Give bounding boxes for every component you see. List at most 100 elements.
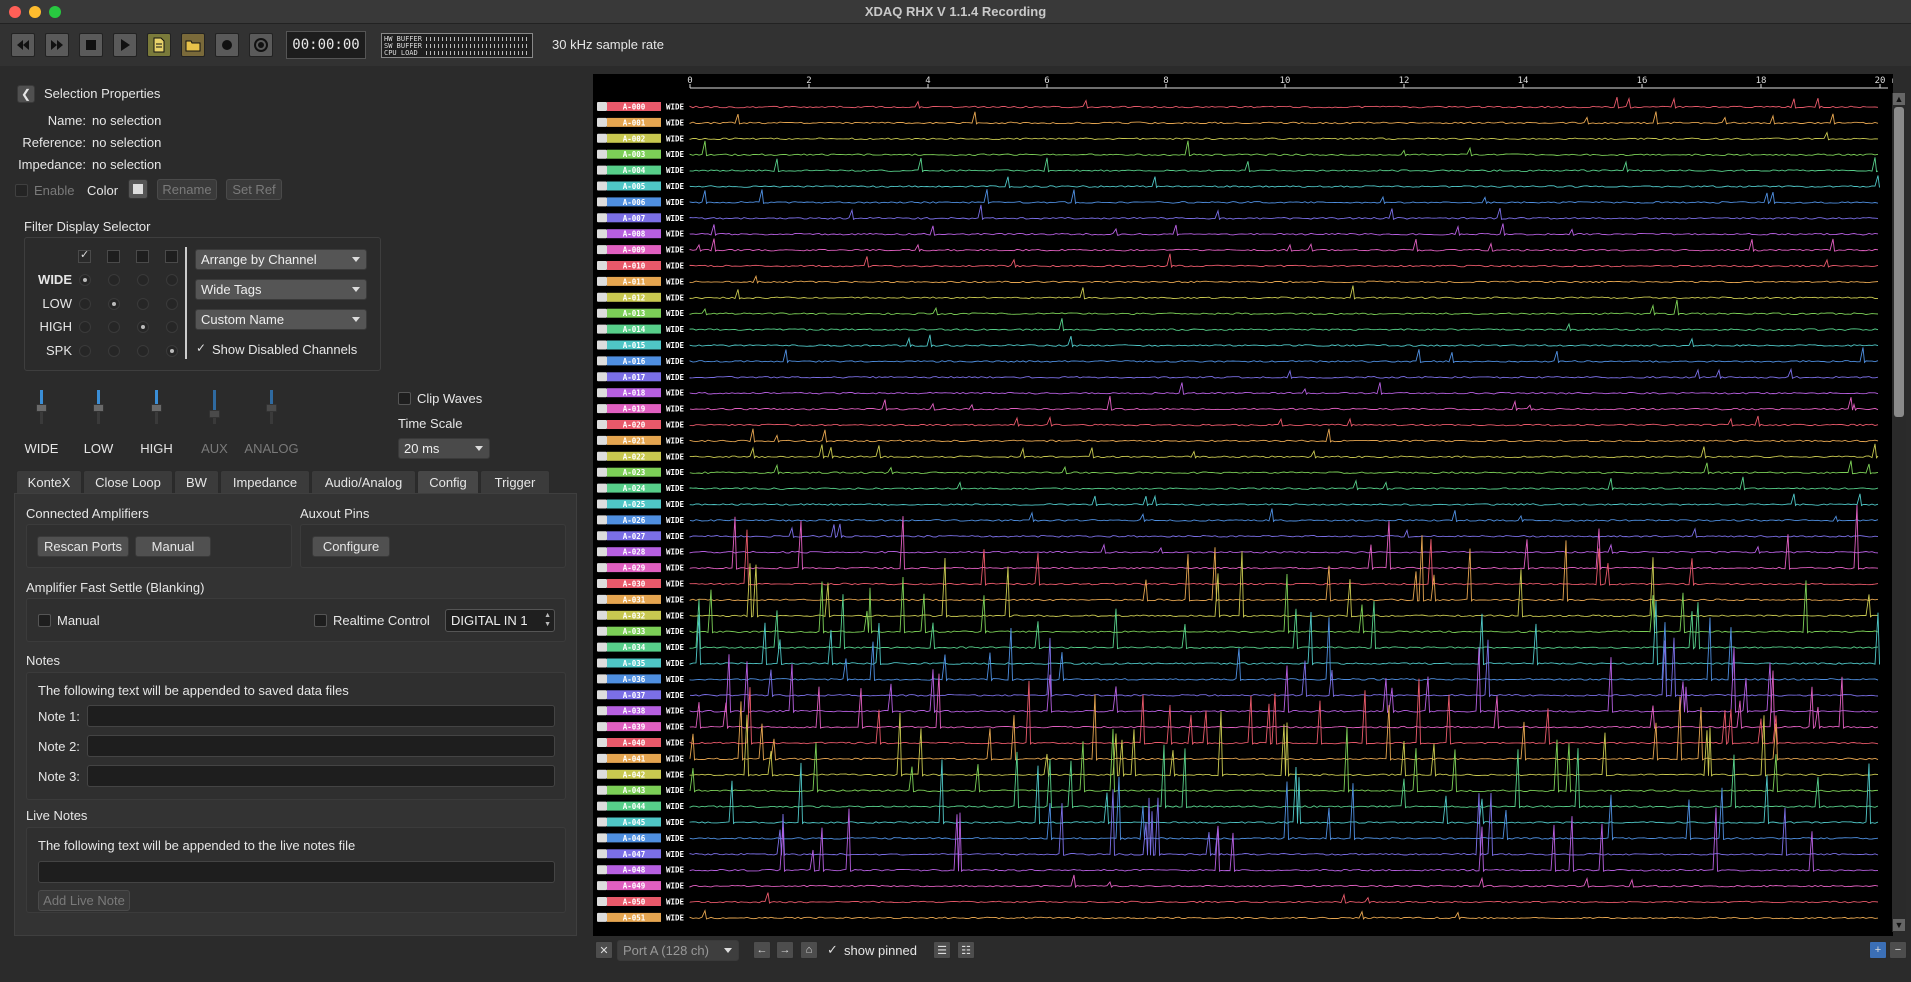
low-display-toggle[interactable] bbox=[107, 250, 120, 263]
channel-name-label[interactable]: A-038 bbox=[623, 707, 646, 716]
high-slot4-radio[interactable] bbox=[166, 321, 178, 333]
channel-tab-icon[interactable] bbox=[597, 404, 607, 414]
channel-name-label[interactable]: A-025 bbox=[623, 500, 646, 509]
fast-forward-button[interactable] bbox=[45, 33, 69, 57]
channel-tab-icon[interactable] bbox=[597, 483, 607, 493]
channel-name-label[interactable]: A-034 bbox=[623, 643, 646, 652]
channel-tab-icon[interactable] bbox=[597, 833, 607, 843]
channel-tab-icon[interactable] bbox=[597, 261, 607, 270]
tab-impedance[interactable]: Impedance bbox=[220, 470, 310, 494]
note1-input[interactable] bbox=[87, 705, 555, 727]
high-slot2-radio[interactable] bbox=[108, 321, 120, 333]
tab-trigger[interactable]: Trigger bbox=[480, 470, 550, 494]
channel-name-label[interactable]: A-022 bbox=[623, 452, 646, 461]
channel-name-label[interactable]: A-023 bbox=[623, 468, 646, 477]
channel-tab-icon[interactable] bbox=[597, 435, 607, 445]
channel-tab-icon[interactable] bbox=[597, 467, 607, 477]
slider-handle[interactable] bbox=[93, 404, 104, 412]
channel-name-label[interactable]: A-002 bbox=[623, 134, 646, 143]
show-disabled-checkbox[interactable]: ✓ bbox=[196, 341, 206, 355]
channel-name-label[interactable]: A-012 bbox=[623, 293, 646, 302]
low-slot2-radio[interactable] bbox=[108, 298, 120, 310]
collapse-panel-button[interactable]: ❮ bbox=[17, 85, 35, 103]
live-note-input[interactable] bbox=[38, 861, 555, 883]
channel-name-label[interactable]: A-028 bbox=[623, 548, 646, 557]
channel-tab-icon[interactable] bbox=[597, 738, 607, 747]
channel-tab-icon[interactable] bbox=[597, 308, 607, 318]
channel-tab-icon[interactable] bbox=[597, 149, 607, 159]
channel-tab-icon[interactable] bbox=[597, 181, 607, 191]
channel-name-label[interactable]: A-039 bbox=[623, 723, 646, 732]
realtime-control-checkbox[interactable] bbox=[314, 614, 327, 627]
high-slot1-radio[interactable] bbox=[79, 321, 91, 333]
channel-name-label[interactable]: A-016 bbox=[623, 357, 646, 366]
previous-port-button[interactable]: ← bbox=[753, 941, 771, 959]
channel-name-label[interactable]: A-020 bbox=[623, 421, 646, 430]
rewind-button[interactable] bbox=[11, 33, 35, 57]
channel-tab-icon[interactable] bbox=[597, 515, 607, 525]
name-dropdown[interactable]: Custom Name bbox=[195, 309, 367, 330]
add-live-note-button[interactable]: Add Live Note bbox=[38, 890, 130, 911]
channel-name-label[interactable]: A-024 bbox=[623, 484, 646, 493]
channel-name-label[interactable]: A-029 bbox=[623, 564, 646, 573]
remove-scope-button[interactable]: − bbox=[1889, 941, 1907, 959]
channel-tab-icon[interactable] bbox=[597, 213, 607, 223]
clip-waves-checkbox[interactable] bbox=[398, 392, 411, 405]
wide-slot2-radio[interactable] bbox=[108, 274, 120, 286]
channel-name-label[interactable]: A-042 bbox=[623, 770, 646, 779]
time-scale-dropdown[interactable]: 20 ms bbox=[398, 438, 490, 459]
channel-tab-icon[interactable] bbox=[597, 674, 607, 684]
low-slot3-radio[interactable] bbox=[137, 298, 149, 310]
scroll-up-button[interactable]: ▲ bbox=[1893, 93, 1905, 105]
channel-tab-icon[interactable] bbox=[597, 356, 607, 366]
tab-config[interactable]: Config bbox=[417, 470, 479, 494]
channel-tab-icon[interactable] bbox=[597, 753, 607, 763]
next-port-button[interactable]: → bbox=[776, 941, 794, 959]
set-ref-button[interactable]: Set Ref bbox=[226, 179, 282, 200]
digital-in-spinbox[interactable]: DIGITAL IN 1 ▲ ▼ bbox=[445, 609, 555, 632]
channel-name-label[interactable]: A-004 bbox=[623, 166, 646, 175]
high-display-toggle[interactable] bbox=[136, 250, 149, 263]
channel-tab-icon[interactable] bbox=[597, 865, 607, 875]
channel-tab-icon[interactable] bbox=[597, 292, 607, 302]
stop-button[interactable] bbox=[79, 33, 103, 57]
slider-handle[interactable] bbox=[266, 404, 277, 412]
channel-name-label[interactable]: A-019 bbox=[623, 405, 646, 414]
save-file-button[interactable] bbox=[147, 33, 171, 57]
channel-tab-icon[interactable] bbox=[597, 547, 607, 557]
spk-slot3-radio[interactable] bbox=[137, 345, 149, 357]
scroll-thumb[interactable] bbox=[1894, 107, 1904, 417]
open-folder-button[interactable] bbox=[181, 33, 205, 57]
wide-slot4-radio[interactable] bbox=[166, 274, 178, 286]
note2-input[interactable] bbox=[87, 735, 555, 757]
channel-tab-icon[interactable] bbox=[597, 579, 607, 588]
wide-slot1-radio[interactable] bbox=[79, 274, 91, 286]
close-scope-button[interactable]: ✕ bbox=[595, 941, 613, 959]
channel-name-label[interactable]: A-011 bbox=[623, 277, 646, 286]
channel-tab-icon[interactable] bbox=[597, 117, 607, 127]
channel-name-label[interactable]: A-014 bbox=[623, 325, 646, 334]
pin-button[interactable]: ⌂ bbox=[800, 941, 818, 959]
channel-tab-icon[interactable] bbox=[597, 499, 607, 509]
channel-tab-icon[interactable] bbox=[597, 133, 607, 143]
port-dropdown[interactable]: Port A (128 ch) bbox=[617, 940, 739, 961]
channel-tab-icon[interactable] bbox=[597, 642, 607, 652]
slider-handle[interactable] bbox=[36, 404, 47, 412]
wide-display-toggle[interactable]: ✓ bbox=[78, 249, 91, 263]
high-slot3-radio[interactable] bbox=[137, 321, 149, 333]
spk-slot1-radio[interactable] bbox=[79, 345, 91, 357]
rescan-ports-button[interactable]: Rescan Ports bbox=[37, 536, 129, 557]
channel-tab-icon[interactable] bbox=[597, 722, 607, 732]
channel-tab-icon[interactable] bbox=[597, 420, 607, 429]
channel-tab-icon[interactable] bbox=[597, 245, 607, 255]
spk-slot2-radio[interactable] bbox=[108, 345, 120, 357]
channel-name-label[interactable]: A-048 bbox=[623, 866, 646, 875]
channel-tab-icon[interactable] bbox=[597, 563, 607, 573]
channel-name-label[interactable]: A-010 bbox=[623, 262, 646, 271]
channel-name-label[interactable]: A-007 bbox=[623, 214, 646, 223]
low-slot4-radio[interactable] bbox=[166, 298, 178, 310]
channel-tab-icon[interactable] bbox=[597, 340, 607, 350]
channel-name-label[interactable]: A-009 bbox=[623, 246, 646, 255]
play-button[interactable] bbox=[113, 33, 137, 57]
channel-name-label[interactable]: A-041 bbox=[623, 754, 646, 763]
